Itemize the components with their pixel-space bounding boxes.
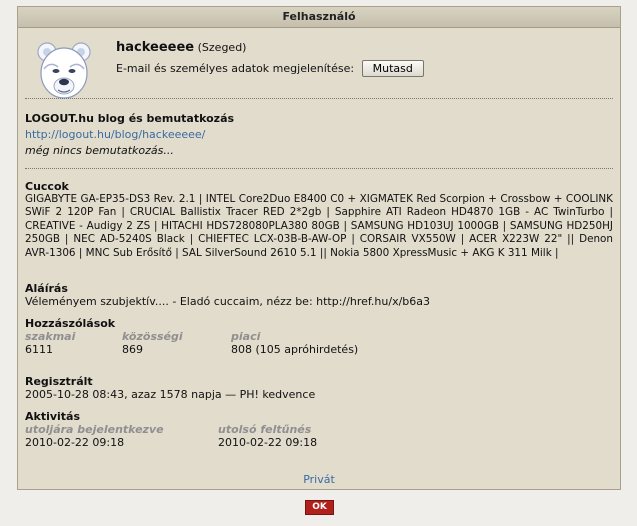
user-location: (Szeged) bbox=[197, 41, 247, 54]
user-profile-dialog: Felhasználó hackeeeee (Szeged) E-mail és… bbox=[17, 6, 621, 490]
divider bbox=[25, 168, 613, 169]
posts-col-professional: szakmai 6111 bbox=[25, 330, 76, 356]
blog-link[interactable]: http://logout.hu/blog/hackeeeee/ bbox=[25, 128, 205, 141]
dialog-title: Felhasználó bbox=[18, 7, 620, 28]
private-message-link-wrap: Privát bbox=[18, 473, 620, 486]
hardware-text: GIGABYTE GA-EP35-DS3 Rev. 2.1 | INTEL Co… bbox=[25, 193, 613, 259]
divider bbox=[25, 98, 613, 99]
posts-col-market: piaci 808 (105 apróhirdetés) bbox=[231, 330, 359, 356]
registered-heading: Regisztrált bbox=[25, 375, 93, 388]
username-line: hackeeeee (Szeged) bbox=[116, 40, 246, 55]
hardware-section: Cuccok GIGABYTE GA-EP35-DS3 Rev. 2.1 | I… bbox=[25, 180, 613, 260]
email-line: E-mail és személyes adatok megjelenítése… bbox=[116, 60, 424, 77]
signature-section: Aláírás Véleményem szubjektív.... - Elad… bbox=[25, 282, 613, 308]
activity-section: Aktivitás utoljára bejelentkezve 2010-02… bbox=[25, 410, 613, 451]
username: hackeeeee bbox=[116, 40, 195, 55]
activity-heading: Aktivitás bbox=[25, 410, 81, 423]
polar-bear-avatar-icon bbox=[32, 39, 96, 103]
posts-col-community: közösségi 869 bbox=[122, 330, 183, 356]
registered-text: 2005-10-28 08:43, azaz 1578 napja — PH! … bbox=[25, 388, 316, 401]
activity-col-last-seen: utolsó feltűnés 2010-02-22 09:18 bbox=[218, 423, 318, 449]
signature-heading: Aláírás bbox=[25, 282, 68, 295]
posts-section: Hozzászólások szakmai 6111 közösségi 869… bbox=[25, 317, 613, 358]
signature-text: Véleményem szubjektív.... - Eladó cuccai… bbox=[25, 295, 431, 308]
ok-button[interactable]: OK bbox=[305, 500, 334, 515]
email-prompt: E-mail és személyes adatok megjelenítése… bbox=[116, 62, 355, 75]
blog-heading: LOGOUT.hu blog és bemutatkozás bbox=[25, 112, 235, 125]
show-details-button[interactable]: Mutasd bbox=[361, 60, 424, 77]
registered-section: Regisztrált 2005-10-28 08:43, azaz 1578 … bbox=[25, 375, 613, 401]
activity-columns: utoljára bejelentkezve 2010-02-22 09:18 … bbox=[25, 423, 613, 451]
private-message-link[interactable]: Privát bbox=[303, 473, 335, 486]
hardware-heading: Cuccok bbox=[25, 180, 69, 193]
blog-intro: még nincs bemutatkozás... bbox=[25, 144, 174, 157]
posts-heading: Hozzászólások bbox=[25, 317, 116, 330]
blog-section: LOGOUT.hu blog és bemutatkozás http://lo… bbox=[25, 112, 613, 157]
activity-col-last-login: utoljára bejelentkezve 2010-02-22 09:18 bbox=[25, 423, 164, 449]
posts-columns: szakmai 6111 közösségi 869 piaci 808 (10… bbox=[25, 330, 613, 358]
